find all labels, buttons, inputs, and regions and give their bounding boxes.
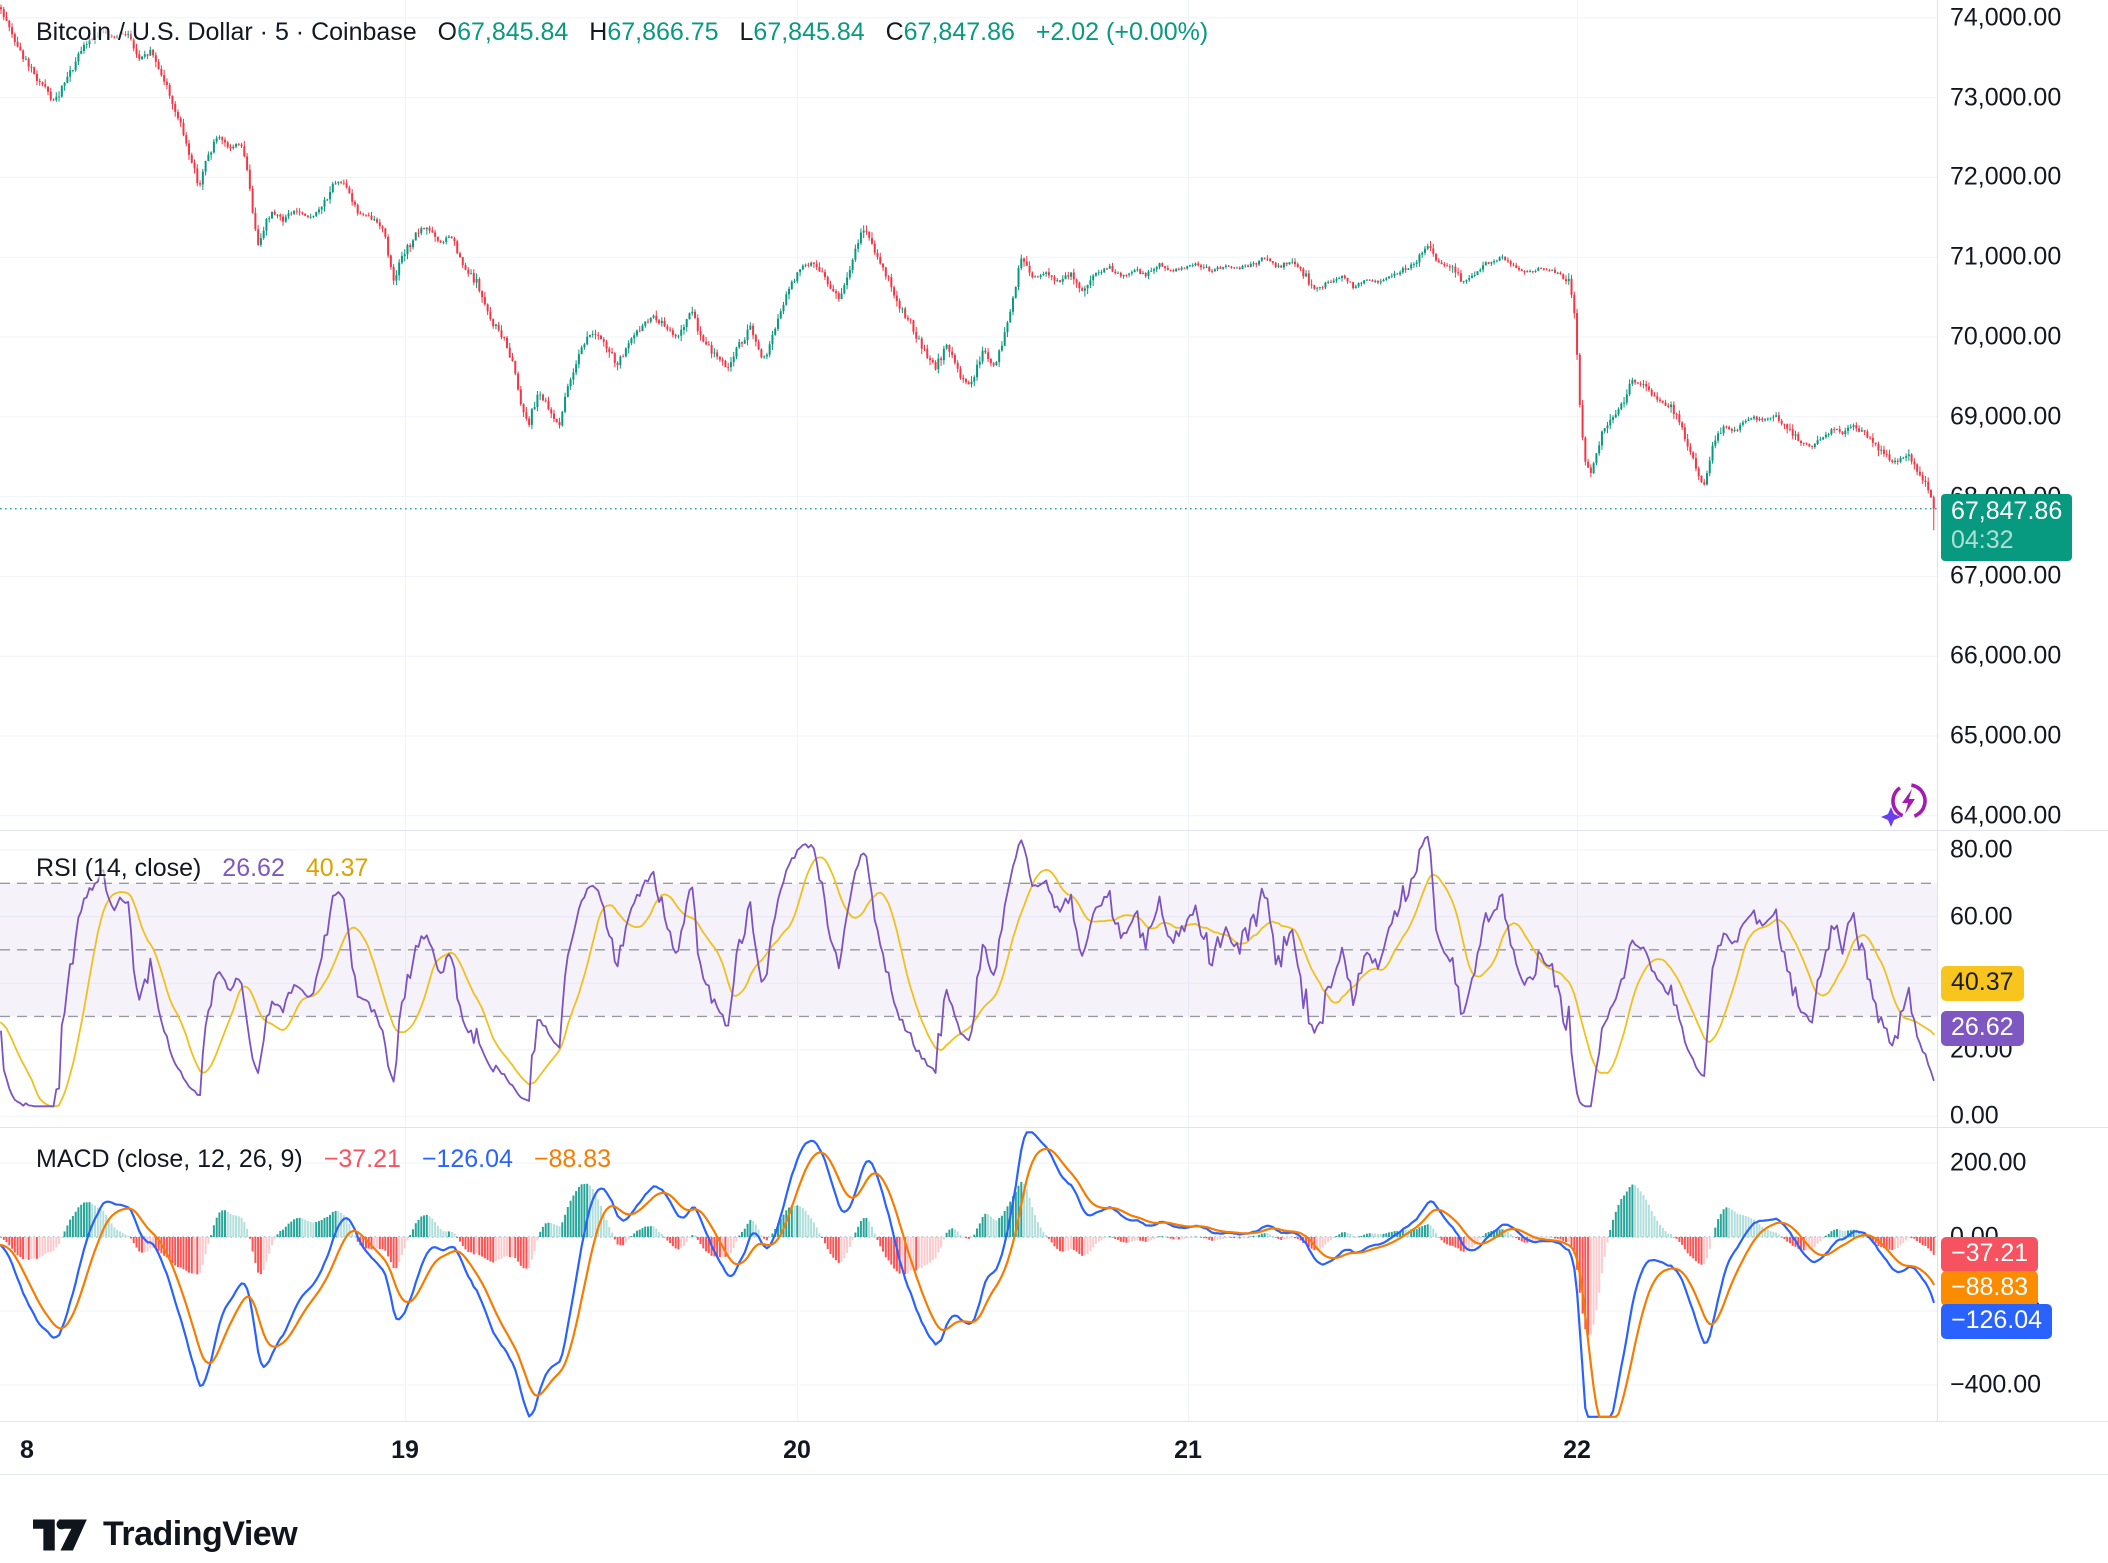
- price-tick-label: 65,000.00: [1950, 722, 2061, 751]
- macd-title[interactable]: MACD (close, 12, 26, 9): [36, 1145, 303, 1173]
- rsi-tick-label: 80.00: [1950, 836, 2013, 865]
- price-tick-label: 70,000.00: [1950, 323, 2061, 352]
- price-tick-label: 67,000.00: [1950, 562, 2061, 591]
- price-tick-label: 71,000.00: [1950, 243, 2061, 272]
- macd-signal-badge: −88.83: [1941, 1271, 2038, 1306]
- time-tick-label: 8: [20, 1436, 34, 1465]
- tradingview-logo-mark: [33, 1519, 91, 1551]
- rsi-tick-label: 0.00: [1950, 1102, 1999, 1131]
- ohlc-low-label: L: [740, 18, 754, 46]
- price-tick-label: 64,000.00: [1950, 801, 2061, 830]
- ohlc-high-label: H: [589, 18, 607, 46]
- rsi-title[interactable]: RSI (14, close): [36, 854, 201, 882]
- chart-canvas[interactable]: [0, 0, 2108, 1563]
- rsi-ma-value: 40.37: [306, 854, 369, 882]
- flash-refresh-icon[interactable]: [1878, 776, 1936, 835]
- rsi-legend[interactable]: RSI (14, close) 26.62 40.37: [36, 853, 368, 883]
- ohlc-close-label: C: [886, 18, 904, 46]
- macd-tick-label: 200.00: [1950, 1149, 2026, 1178]
- macd-tick-label: −400.00: [1950, 1371, 2041, 1400]
- tradingview-logo-text: TradingView: [103, 1515, 297, 1554]
- ohlc-low-value: 67,845.84: [753, 18, 864, 46]
- ohlc-close-value: 67,847.86: [904, 18, 1015, 46]
- time-tick-label: 22: [1563, 1436, 1591, 1465]
- last-price-countdown: 04:32: [1951, 526, 2062, 555]
- price-tick-label: 66,000.00: [1950, 642, 2061, 671]
- symbol-title[interactable]: Bitcoin / U.S. Dollar · 5 · Coinbase: [36, 18, 417, 46]
- rsi-value: 26.62: [222, 854, 285, 882]
- price-tick-label: 74,000.00: [1950, 3, 2061, 32]
- last-price-badge: 67,847.86 04:32: [1941, 494, 2072, 561]
- ohlc-high-value: 67,866.75: [607, 18, 718, 46]
- macd-hist-value: −37.21: [324, 1145, 401, 1173]
- ohlc-open-label: O: [438, 18, 457, 46]
- price-tick-label: 72,000.00: [1950, 163, 2061, 192]
- macd-legend[interactable]: MACD (close, 12, 26, 9) −37.21 −126.04 −…: [36, 1144, 611, 1174]
- price-tick-label: 73,000.00: [1950, 83, 2061, 112]
- rsi-tick-label: 60.00: [1950, 902, 2013, 931]
- tradingview-logo[interactable]: TradingView: [33, 1515, 297, 1554]
- time-tick-label: 19: [391, 1436, 419, 1465]
- macd-signal-value: −88.83: [534, 1145, 611, 1173]
- macd-hist-badge: −37.21: [1941, 1237, 2038, 1272]
- rsi-badge: 26.62: [1941, 1011, 2024, 1046]
- main-legend[interactable]: Bitcoin / U.S. Dollar · 5 · Coinbase O67…: [36, 17, 1208, 47]
- change-value: +2.02 (+0.00%): [1036, 18, 1208, 46]
- macd-line-value: −126.04: [422, 1145, 513, 1173]
- last-price-value: 67,847.86: [1951, 497, 2062, 526]
- time-tick-label: 21: [1174, 1436, 1202, 1465]
- rsi-ma-badge: 40.37: [1941, 966, 2024, 1001]
- price-tick-label: 69,000.00: [1950, 402, 2061, 431]
- ohlc-open-value: 67,845.84: [457, 18, 568, 46]
- time-tick-label: 20: [783, 1436, 811, 1465]
- macd-line-badge: −126.04: [1941, 1304, 2052, 1339]
